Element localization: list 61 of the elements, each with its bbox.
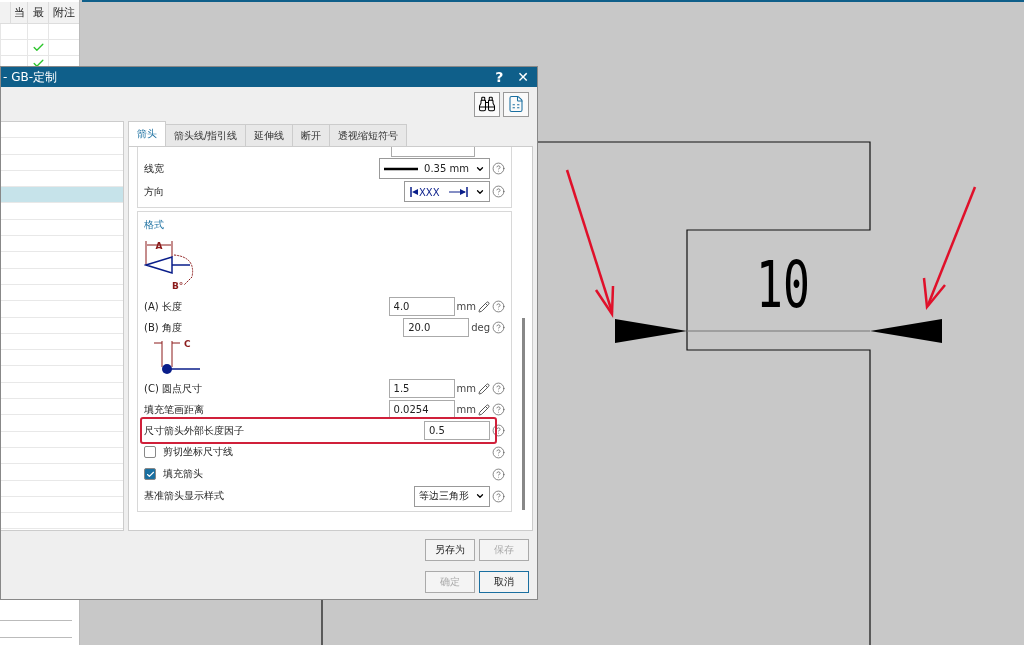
column-header[interactable]: 当 — [10, 2, 27, 23]
caret-icon — [475, 491, 485, 501]
field-label: (A) 长度 — [144, 299, 183, 314]
field-label: 尺寸箭头外部长度因子 — [144, 423, 245, 438]
arrowhead — [615, 319, 687, 343]
help-icon[interactable] — [492, 445, 505, 459]
section-title: 格式 — [144, 218, 165, 232]
tab[interactable]: 透视缩短符号 — [329, 124, 408, 146]
dialog-button[interactable]: 另存为 — [425, 539, 475, 561]
dimension-text: 10 — [756, 247, 810, 323]
unit-label: deg — [471, 322, 490, 333]
close-button[interactable]: ✕ — [515, 69, 531, 85]
dropdown-field[interactable] — [391, 147, 475, 157]
dialog-button[interactable]: 取消 — [479, 571, 529, 593]
tab[interactable]: 箭头线/指引线 — [165, 124, 247, 146]
checkbox[interactable] — [144, 468, 156, 480]
unit-label: mm — [456, 301, 476, 312]
input-field[interactable]: 4.0 — [388, 297, 455, 316]
help-icon[interactable] — [492, 467, 505, 481]
window-title: - GB-定制 — [3, 68, 58, 86]
pencil-icon[interactable] — [478, 382, 490, 395]
tab[interactable]: 延伸线 — [245, 124, 294, 146]
unit-label: mm — [456, 383, 476, 394]
field-label: 填充笔画距离 — [144, 402, 205, 417]
tab[interactable]: 断开 — [292, 124, 331, 146]
arrow-diagram-drawing: A B° — [144, 237, 200, 293]
help-icon[interactable] — [492, 424, 505, 437]
field-label: 方向 — [144, 184, 165, 199]
unit-label: mm — [456, 404, 476, 415]
field-label: 基准箭头显示样式 — [144, 489, 225, 503]
help-icon[interactable] — [492, 185, 505, 198]
checkbox-label: 填充箭头 — [163, 467, 204, 481]
checkbox[interactable] — [144, 446, 156, 458]
sheet-icon — [507, 95, 525, 113]
field-label: (C) 圆点尺寸 — [144, 381, 203, 396]
arrowhead — [870, 319, 942, 343]
scrollbar-thumb[interactable] — [521, 318, 525, 510]
input-field[interactable]: 0.5 — [424, 421, 490, 440]
column-header[interactable]: 最 — [27, 2, 48, 23]
line-width-dropdown[interactable]: 0.35 mm — [379, 158, 490, 179]
input-field[interactable]: 20.0 — [403, 318, 470, 337]
field-label: (B) 角度 — [144, 320, 183, 335]
line-sample-icon — [384, 166, 419, 171]
checkbox-label: 剪切坐标尺寸线 — [163, 445, 234, 459]
pencil-icon[interactable] — [478, 300, 490, 313]
dot-diagram-drawing: C — [144, 339, 234, 377]
input-field[interactable]: 1.5 — [388, 379, 455, 398]
search-button[interactable] — [474, 91, 500, 117]
tab[interactable]: 箭头 — [128, 121, 166, 146]
help-icon[interactable] — [492, 162, 505, 175]
style-dropdown[interactable]: 等边三角形 — [414, 485, 490, 507]
direction-dropdown[interactable]: XXX — [404, 181, 490, 202]
column-header[interactable]: 附注 — [48, 2, 79, 23]
sheet-button[interactable] — [503, 91, 529, 117]
list-item[interactable] — [1, 187, 123, 204]
help-icon[interactable] — [492, 321, 505, 334]
help-icon[interactable] — [492, 489, 505, 503]
pencil-icon[interactable] — [478, 403, 490, 416]
binoculars-icon — [478, 95, 496, 113]
field-label: 线宽 — [144, 161, 165, 176]
help-button[interactable]: ? — [493, 69, 506, 85]
